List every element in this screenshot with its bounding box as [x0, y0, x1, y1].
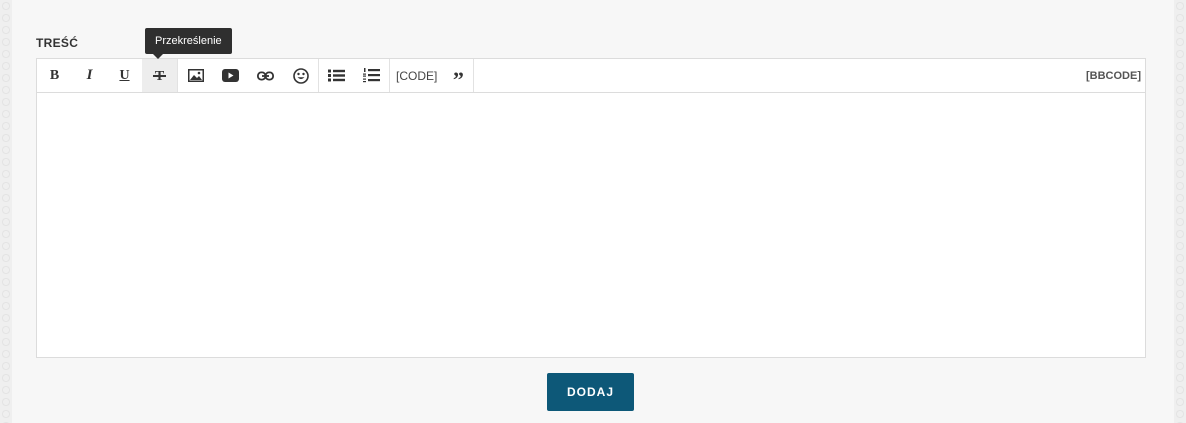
content-textarea[interactable]: [37, 93, 1145, 357]
editor-toolbar: B I U T: [37, 59, 1145, 93]
media-group: [178, 59, 319, 92]
youtube-icon: [222, 69, 239, 82]
bullet-list-icon: [328, 69, 345, 82]
submit-button[interactable]: DODAJ: [547, 373, 634, 411]
strike-line: [152, 74, 167, 77]
bbcode-toggle[interactable]: [BBCODE]: [1086, 59, 1145, 92]
image-button[interactable]: [178, 59, 213, 92]
link-icon: [257, 71, 274, 80]
italic-icon: I: [86, 67, 93, 83]
italic-button[interactable]: I: [72, 59, 107, 92]
code-button[interactable]: [CODE]: [390, 59, 443, 92]
strikethrough-icon: T: [152, 67, 167, 85]
emoji-icon: [292, 67, 309, 84]
youtube-button[interactable]: [213, 59, 248, 92]
numbered-list-button[interactable]: [354, 59, 389, 92]
quote-icon: ”: [452, 66, 464, 92]
format-group: B I U T: [37, 59, 178, 92]
bold-icon: B: [49, 67, 60, 83]
strikethrough-button[interactable]: T: [142, 59, 177, 92]
quote-button[interactable]: ”: [443, 59, 473, 92]
underline-icon: U: [119, 67, 130, 83]
bbcode-editor: B I U T: [36, 58, 1146, 358]
underline-button[interactable]: U: [107, 59, 142, 92]
list-group: [319, 59, 390, 92]
bullet-list-button[interactable]: [319, 59, 354, 92]
block-group: [CODE] ”: [390, 59, 475, 92]
link-button[interactable]: [248, 59, 283, 92]
image-icon: [187, 69, 204, 82]
background-pattern-left: [0, 0, 12, 423]
content-label: TREŚĆ: [36, 36, 79, 50]
numbered-list-icon: [363, 68, 380, 83]
bold-button[interactable]: B: [37, 59, 72, 92]
background-pattern-right: [1174, 0, 1186, 423]
strikethrough-tooltip: Przekreślenie: [145, 28, 232, 59]
emoji-button[interactable]: [283, 59, 318, 92]
